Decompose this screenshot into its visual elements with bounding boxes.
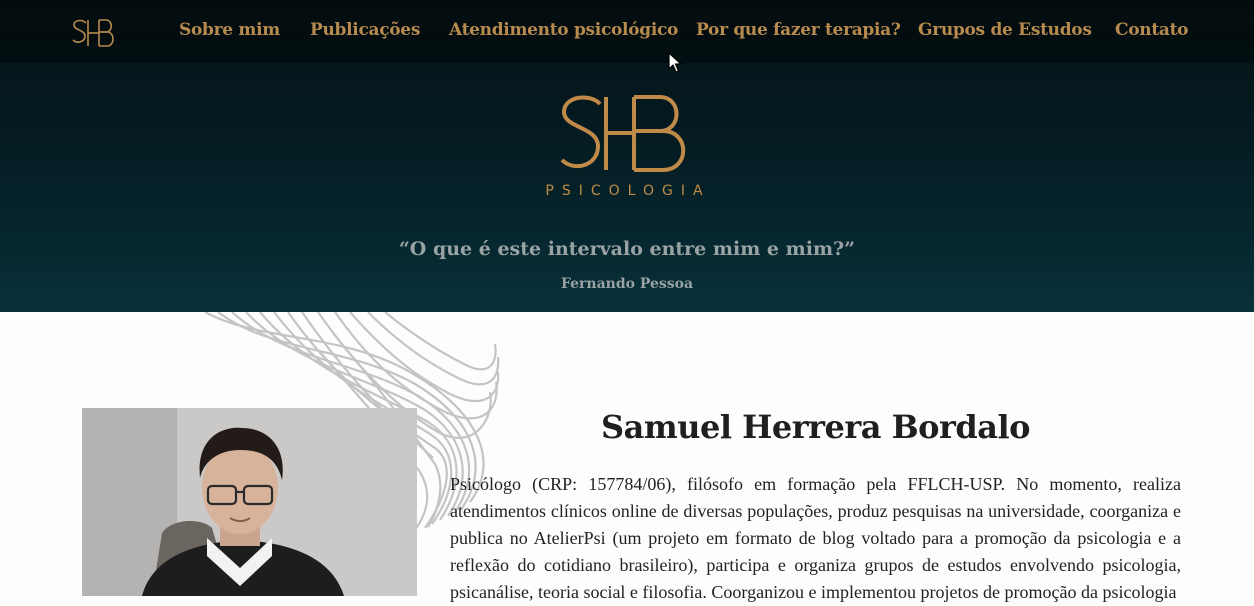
nav-logo[interactable] [72, 18, 116, 48]
hero-quote: “O que é este intervalo entre mim e mim?… [398, 238, 856, 260]
mouse-cursor-icon [668, 52, 682, 73]
hero-logo [560, 95, 686, 172]
navbar: Sobre mim Publicações Atendimento psicol… [0, 0, 1254, 63]
logo-subtitle: PSICOLOGIA [545, 183, 711, 199]
nav-grupos-estudos[interactable]: Grupos de Estudos [918, 20, 1092, 40]
profile-name: Samuel Herrera Bordalo [601, 408, 1030, 446]
profile-photo [82, 408, 417, 596]
nav-atendimento[interactable]: Atendimento psicológico [449, 20, 678, 40]
hero-section: Sobre mim Publicações Atendimento psicol… [0, 0, 1254, 312]
profile-bio: Psicólogo (CRP: 157784/06), filósofo em … [450, 474, 1181, 602]
nav-publicacoes[interactable]: Publicações [310, 20, 420, 40]
quote-author: Fernando Pessoa [560, 276, 694, 292]
nav-contato[interactable]: Contato [1115, 20, 1189, 40]
nav-por-que-terapia[interactable]: Por que fazer terapia? [696, 20, 901, 40]
nav-sobre-mim[interactable]: Sobre mim [179, 20, 280, 40]
